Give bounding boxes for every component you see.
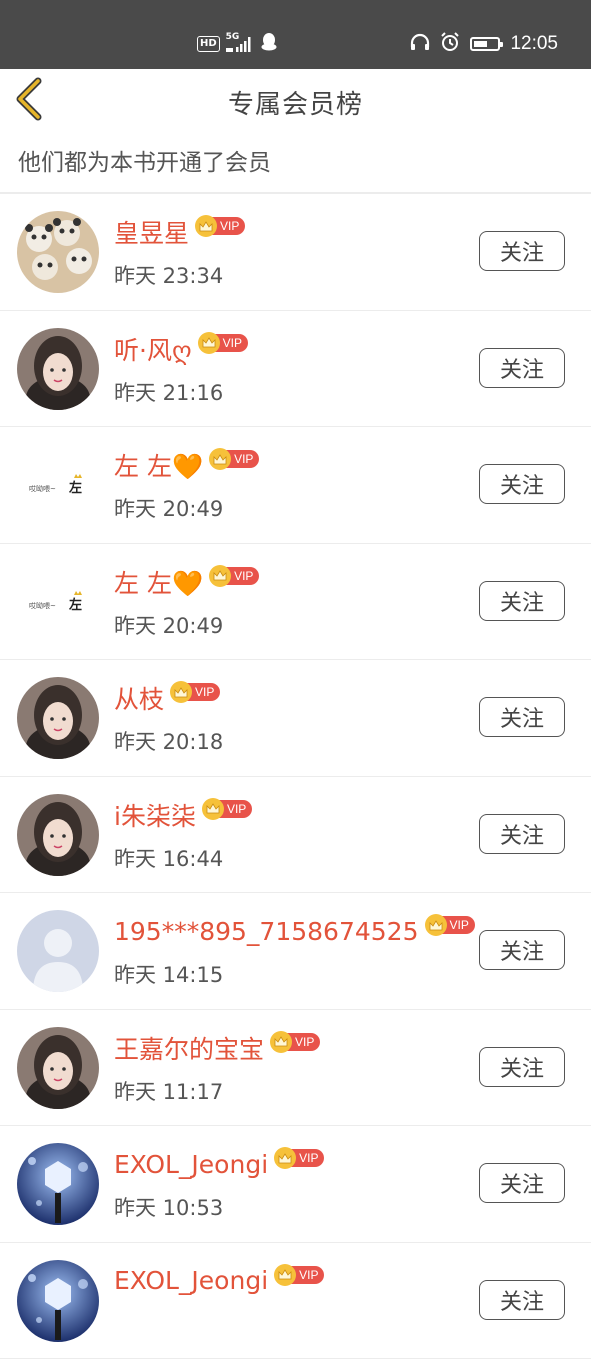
crown-icon (198, 332, 220, 354)
status-icons-right: 12:05 (410, 30, 558, 58)
follow-button[interactable]: 关注 (479, 348, 565, 388)
timestamp: 昨天 11:17 (114, 1076, 223, 1106)
list-item[interactable]: i朱柒柒 VIP 昨天 16:44 关注 (0, 777, 591, 894)
vip-badge: VIP (202, 798, 252, 820)
vip-badge: VIP (209, 448, 259, 470)
name-line: 195***895_7158674525 VIP (114, 911, 475, 951)
alarm-icon (440, 32, 460, 56)
name-line: 王嘉尔的宝宝 VIP (114, 1028, 320, 1068)
name-line: 听·风ღ VIP (114, 329, 248, 369)
name-line: 左 左🧡 VIP (114, 562, 259, 602)
avatar[interactable] (17, 1143, 99, 1225)
svg-text:哎呦喂~: 哎呦喂~ (29, 484, 56, 493)
avatar[interactable] (17, 1260, 99, 1342)
user-name[interactable]: 听·风ღ (114, 331, 192, 367)
follow-button[interactable]: 关注 (479, 581, 565, 621)
user-name[interactable]: 从枝 (114, 680, 164, 716)
name-line: 从枝 VIP (114, 678, 220, 718)
svg-text:左: 左 (69, 480, 82, 496)
avatar[interactable] (17, 794, 99, 876)
list-item[interactable]: 皇昱星 VIP 昨天 23:34 关注 (0, 194, 591, 311)
list-item[interactable]: 从枝 VIP 昨天 20:18 关注 (0, 660, 591, 777)
crown-icon (209, 565, 231, 587)
user-name[interactable]: 皇昱星 (114, 214, 189, 250)
user-name[interactable]: 左 左🧡 (114, 564, 203, 600)
vip-badge: VIP (170, 681, 220, 703)
avatar[interactable] (17, 910, 99, 992)
subtitle: 他们都为本书开通了会员 (18, 143, 271, 177)
follow-button[interactable]: 关注 (479, 930, 565, 970)
crown-icon (270, 1031, 292, 1053)
list-item[interactable]: 王嘉尔的宝宝 VIP 昨天 11:17 关注 (0, 1010, 591, 1127)
crown-icon (170, 681, 192, 703)
list-item[interactable]: 听·风ღ VIP 昨天 21:16 关注 (0, 311, 591, 428)
name-line: i朱柒柒 VIP (114, 795, 252, 835)
list-item[interactable]: EXOL_Jeongi VIP 昨天 10:53 关注 (0, 1126, 591, 1243)
page-title: 专属会员榜 (0, 84, 591, 121)
follow-button[interactable]: 关注 (479, 1047, 565, 1087)
headphones-icon (410, 33, 430, 55)
avatar[interactable] (17, 1027, 99, 1109)
follow-button[interactable]: 关注 (479, 464, 565, 504)
timestamp: 昨天 10:53 (114, 1192, 223, 1222)
user-name[interactable]: 195***895_7158674525 (114, 917, 419, 946)
user-name[interactable]: EXOL_Jeongi (114, 1266, 268, 1295)
crown-icon (209, 448, 231, 470)
svg-text:左: 左 (69, 597, 82, 613)
svg-text:哎呦喂~: 哎呦喂~ (29, 601, 56, 610)
timestamp: 昨天 20:49 (114, 493, 223, 523)
avatar[interactable]: 哎呦喂~ 左 (17, 444, 99, 526)
crown-icon (274, 1264, 296, 1286)
follow-button[interactable]: 关注 (479, 1280, 565, 1320)
timestamp: 昨天 23:34 (114, 260, 223, 290)
timestamp: 昨天 20:18 (114, 726, 223, 756)
status-time: 12:05 (510, 33, 558, 55)
timestamp: 昨天 20:49 (114, 610, 223, 640)
user-name[interactable]: EXOL_Jeongi (114, 1150, 268, 1179)
user-name[interactable]: 王嘉尔的宝宝 (114, 1030, 264, 1066)
battery-icon (470, 37, 500, 51)
avatar[interactable] (17, 328, 99, 410)
timestamp: 昨天 21:16 (114, 377, 223, 407)
status-icons-left: HD 5G (197, 30, 278, 58)
follow-button[interactable]: 关注 (479, 814, 565, 854)
member-list: 皇昱星 VIP 昨天 23:34 关注 听·风ღ VIP 昨天 21:16 关注… (0, 194, 591, 1359)
vip-badge: VIP (198, 332, 248, 354)
vip-badge: VIP (209, 565, 259, 587)
avatar[interactable] (17, 211, 99, 293)
name-line: 左 左🧡 VIP (114, 445, 259, 485)
battery-level (474, 41, 487, 47)
vip-badge: VIP (274, 1264, 324, 1286)
follow-button[interactable]: 关注 (479, 697, 565, 737)
timestamp: 昨天 16:44 (114, 843, 223, 873)
crown-icon (274, 1147, 296, 1169)
follow-button[interactable]: 关注 (479, 1163, 565, 1203)
user-name[interactable]: i朱柒柒 (114, 797, 196, 833)
name-line: EXOL_Jeongi VIP (114, 1144, 324, 1184)
status-bar: HD 5G 12:05 (0, 0, 591, 69)
crown-icon (195, 215, 217, 237)
vip-badge: VIP (274, 1147, 324, 1169)
signal-icon: 5G (226, 35, 254, 53)
name-line: EXOL_Jeongi VIP (114, 1261, 324, 1301)
crown-icon (425, 914, 447, 936)
crown-icon (202, 798, 224, 820)
list-item[interactable]: EXOL_Jeongi VIP 关注 (0, 1243, 591, 1359)
qq-icon (260, 32, 278, 56)
follow-button[interactable]: 关注 (479, 231, 565, 271)
timestamp: 昨天 14:15 (114, 959, 223, 989)
list-item[interactable]: 哎呦喂~ 左 左 左🧡 VIP 昨天 20:49 关注 (0, 544, 591, 661)
vip-badge: VIP (195, 215, 245, 237)
vip-badge: VIP (425, 914, 475, 936)
hd-badge: HD (197, 36, 220, 52)
name-line: 皇昱星 VIP (114, 212, 245, 252)
header: 专属会员榜 (0, 69, 591, 135)
list-item[interactable]: 哎呦喂~ 左 左 左🧡 VIP 昨天 20:49 关注 (0, 427, 591, 544)
avatar[interactable]: 哎呦喂~ 左 (17, 561, 99, 643)
avatar[interactable] (17, 677, 99, 759)
user-name[interactable]: 左 左🧡 (114, 447, 203, 483)
vip-badge: VIP (270, 1031, 320, 1053)
list-item[interactable]: 195***895_7158674525 VIP 昨天 14:15 关注 (0, 893, 591, 1010)
